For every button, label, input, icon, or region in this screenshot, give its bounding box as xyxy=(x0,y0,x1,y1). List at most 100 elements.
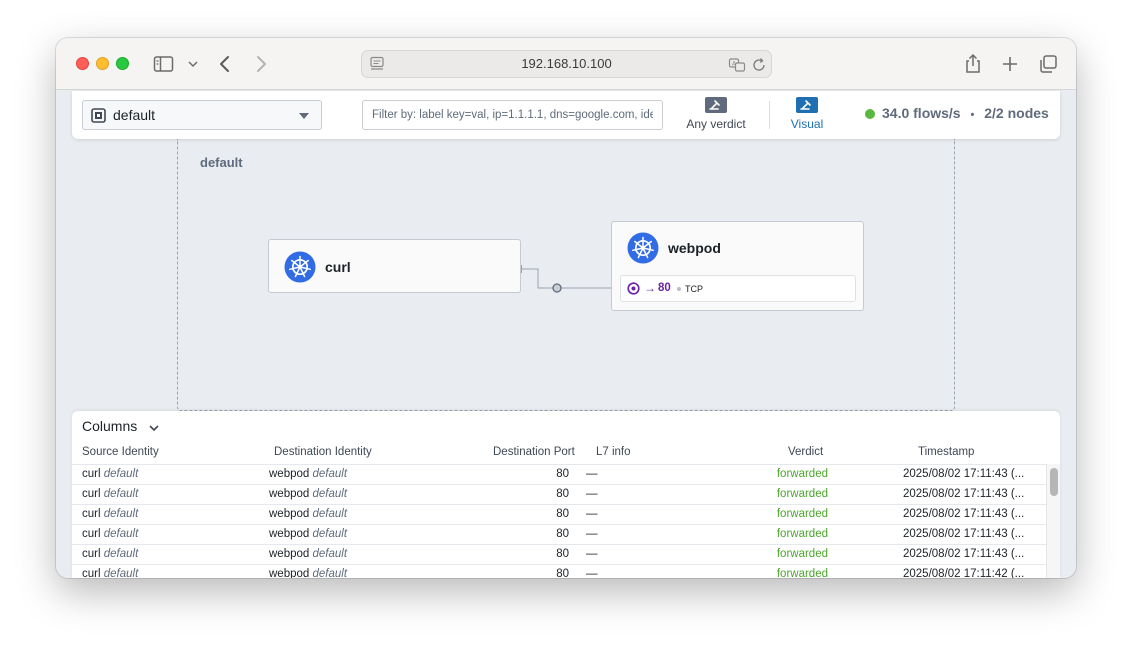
destination-port: 80 xyxy=(556,508,569,520)
destination-identity: webpod default xyxy=(269,488,348,500)
verdict-icon xyxy=(705,97,727,113)
sidebar-icon[interactable] xyxy=(152,52,176,76)
verdict: forwarded xyxy=(776,528,828,540)
source-identity: curl default xyxy=(82,488,139,500)
port-arrow: → xyxy=(644,281,656,295)
verdict: forwarded xyxy=(776,548,828,560)
source-identity: curl default xyxy=(82,468,139,480)
hubble-header: default Any verdict Visual 34.0 flows/s xyxy=(72,91,1060,139)
reload-icon[interactable] xyxy=(750,56,768,74)
chevron-down-icon[interactable] xyxy=(182,52,202,76)
service-name: webpod xyxy=(668,240,721,256)
close-window-button[interactable] xyxy=(76,57,89,70)
stats-separator: • xyxy=(970,109,975,121)
port-number: 80 xyxy=(658,282,671,294)
header-verdict[interactable]: Verdict xyxy=(788,446,823,458)
header-source-identity[interactable]: Source Identity xyxy=(82,446,159,458)
translate-icon[interactable]: A xyxy=(728,56,746,74)
back-icon[interactable] xyxy=(214,52,238,76)
service-name: curl xyxy=(325,259,351,275)
visual-icon xyxy=(796,97,818,113)
kubernetes-icon xyxy=(627,232,659,264)
destination-identity: webpod default xyxy=(269,568,348,578)
table-row[interactable]: curl default webpod default 80 — forward… xyxy=(72,504,1046,524)
table-row[interactable]: curl default webpod default 80 — forward… xyxy=(72,524,1046,544)
visual-button[interactable]: Visual xyxy=(784,97,830,135)
source-identity: curl default xyxy=(82,508,139,520)
header-destination-port[interactable]: Destination Port xyxy=(493,446,575,458)
destination-identity: webpod default xyxy=(269,508,348,520)
verdict: forwarded xyxy=(776,568,828,578)
columns-button[interactable]: Columns xyxy=(82,418,137,434)
destination-port: 80 xyxy=(556,488,569,500)
browser-toolbar: 192.168.10.100 A xyxy=(56,38,1076,90)
verdict: forwarded xyxy=(776,508,828,520)
table-row[interactable]: curl default webpod default 80 — forward… xyxy=(72,484,1046,504)
header-destination-identity[interactable]: Destination Identity xyxy=(274,446,372,458)
destination-port: 80 xyxy=(556,468,569,480)
destination-identity: webpod default xyxy=(269,548,348,560)
l7-info: — xyxy=(586,488,598,500)
table-scrollbar[interactable] xyxy=(1046,464,1060,578)
forward-icon[interactable] xyxy=(249,52,273,76)
l7-info: — xyxy=(586,528,598,540)
l7-info: — xyxy=(586,508,598,520)
browser-window: 192.168.10.100 A default curl webpod → 8… xyxy=(56,38,1076,578)
scrollbar-thumb[interactable] xyxy=(1050,468,1058,496)
filter-input[interactable] xyxy=(362,100,663,130)
source-identity: curl default xyxy=(82,528,139,540)
new-tab-icon[interactable] xyxy=(998,52,1022,76)
namespace-icon xyxy=(91,108,106,123)
tabs-overview-icon[interactable] xyxy=(1036,52,1060,76)
destination-identity: webpod default xyxy=(269,468,348,480)
url-text: 192.168.10.100 xyxy=(521,56,612,71)
verdict-label: Any verdict xyxy=(686,117,746,131)
minimize-window-button[interactable] xyxy=(96,57,109,70)
port-dot xyxy=(677,287,681,291)
address-bar[interactable]: 192.168.10.100 A xyxy=(361,50,772,78)
page-content: default curl webpod → 80 TCP default Fil… xyxy=(56,91,1076,578)
source-identity: curl default xyxy=(82,548,139,560)
service-card-curl[interactable]: curl xyxy=(268,239,521,293)
table-row[interactable]: curl default webpod default 80 — forward… xyxy=(72,464,1046,484)
divider xyxy=(769,101,770,129)
header-l7-info[interactable]: L7 info xyxy=(596,446,631,458)
source-identity: curl default xyxy=(82,568,139,578)
destination-port: 80 xyxy=(556,568,569,578)
kubernetes-icon xyxy=(284,251,316,283)
namespace-select[interactable]: default xyxy=(82,100,322,130)
l7-info: — xyxy=(586,468,598,480)
table-row[interactable]: curl default webpod default 80 — forward… xyxy=(72,564,1046,578)
service-connection xyxy=(519,265,621,293)
l7-info: — xyxy=(586,568,598,578)
timestamp: 2025/08/02 17:11:43 (... xyxy=(903,508,1025,520)
port-protocol: TCP xyxy=(685,284,703,294)
flows-rate: 34.0 flows/s xyxy=(882,105,961,121)
namespace-value: default xyxy=(113,107,156,123)
flows-panel: Columns Source Identity Destination Iden… xyxy=(72,411,1060,578)
port-row[interactable]: → 80 TCP xyxy=(620,275,856,302)
destination-identity: webpod default xyxy=(269,528,348,540)
table-row[interactable]: curl default webpod default 80 — forward… xyxy=(72,544,1046,564)
flow-stats: 34.0 flows/s • 2/2 nodes xyxy=(882,105,1049,121)
destination-port: 80 xyxy=(556,528,569,540)
destination-port: 80 xyxy=(556,548,569,560)
header-timestamp[interactable]: Timestamp xyxy=(918,446,974,458)
zoom-window-button[interactable] xyxy=(116,57,129,70)
verdict-filter-button[interactable]: Any verdict xyxy=(680,97,752,135)
timestamp: 2025/08/02 17:11:43 (... xyxy=(903,488,1025,500)
port-target-icon xyxy=(627,282,640,295)
l7-info: — xyxy=(586,548,598,560)
timestamp: 2025/08/02 17:11:43 (... xyxy=(903,528,1025,540)
caret-down-icon xyxy=(299,113,309,119)
verdict: forwarded xyxy=(776,468,828,480)
service-card-webpod[interactable]: webpod → 80 TCP xyxy=(611,221,864,311)
share-icon[interactable] xyxy=(961,52,985,76)
timestamp: 2025/08/02 17:11:43 (... xyxy=(903,468,1025,480)
chevron-down-icon[interactable] xyxy=(148,421,160,439)
timestamp: 2025/08/02 17:11:43 (... xyxy=(903,548,1025,560)
nodes-count: 2/2 nodes xyxy=(984,105,1049,121)
status-dot xyxy=(865,109,875,119)
verdict: forwarded xyxy=(776,488,828,500)
timestamp: 2025/08/02 17:11:42 (... xyxy=(903,568,1025,578)
